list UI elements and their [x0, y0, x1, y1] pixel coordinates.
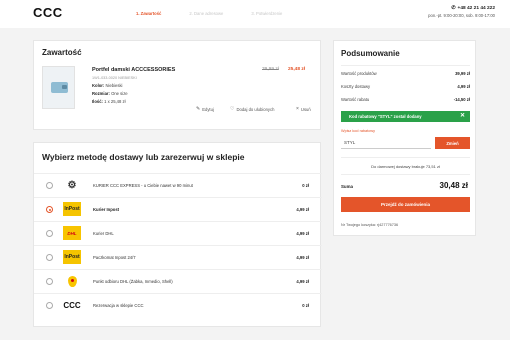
- delivery-option-label: Kurier DHL: [93, 231, 114, 236]
- step-address: 2. Dane adresowe: [189, 11, 224, 16]
- delivery-option-inpost-locker[interactable]: InPost Paczkomat Inpost 24/7 4,99 zł: [34, 245, 322, 269]
- edit-button[interactable]: ✎ Edytuj: [196, 106, 214, 112]
- close-icon[interactable]: ✕: [460, 111, 465, 122]
- product-quantity: Ilość: 1 x 25,48 zł: [92, 99, 126, 104]
- phone-number[interactable]: +48 42 21 44 222: [458, 6, 495, 11]
- change-code-button[interactable]: Zmień: [435, 137, 470, 149]
- delivery-option-label: KURIER CCC EXPRESS - u Ciebie nawet w 90…: [93, 183, 193, 188]
- ccc-logo[interactable]: CCC: [33, 5, 63, 20]
- sum-label: Suma: [341, 184, 353, 189]
- summary-title: Podsumowanie: [341, 49, 400, 58]
- step-confirmation: 3. Potwierdzenie: [251, 11, 283, 16]
- delivery-option-price: 0 zł: [302, 303, 309, 308]
- product-image[interactable]: [42, 66, 75, 109]
- promo-code-label: Wpisz kod rabatowy: [341, 129, 375, 133]
- product-size: Rozmiar: One size: [92, 91, 128, 96]
- proceed-to-order-button[interactable]: Przejdź do zamówienia: [341, 197, 470, 212]
- top-bar: CCC 1. Zawartość 2. Dane adresowe 3. Pot…: [0, 0, 510, 28]
- pencil-icon: ✎: [196, 106, 201, 112]
- dhl-pin-icon: [63, 274, 81, 288]
- basket-card: Zawartość Portfel damski ACCCESSORIES 1W…: [33, 40, 321, 130]
- wallet-icon: [51, 82, 68, 93]
- delivery-option-inpost-courier[interactable]: InPost Kurier Inpost 4,99 zł: [34, 197, 322, 221]
- radio-button[interactable]: [46, 302, 53, 309]
- delivery-option-price: 0 zł: [302, 183, 309, 188]
- promo-success-banner: Kod rabatowy "STYL" został dodany ✕: [341, 111, 470, 122]
- contact-info: ✆ +48 42 21 44 222 pon.-pt. 9:00-20:00, s…: [428, 5, 495, 19]
- delivery-option-label: Punkt odbioru DHL (Żabka, Inmedio, Shell…: [93, 279, 173, 284]
- delivery-option-label: Rezerwacja w sklepie CCC: [93, 303, 144, 308]
- radio-button-selected[interactable]: [46, 206, 53, 213]
- ccc-logo-icon: CCC: [63, 300, 81, 310]
- checkout-steps: 1. Zawartość 2. Dane adresowe 3. Potwier…: [136, 11, 282, 16]
- inpost-logo-icon: InPost: [63, 202, 81, 216]
- promo-code-input[interactable]: [341, 137, 431, 149]
- remove-button[interactable]: × Usuń: [296, 106, 311, 112]
- new-price: 25,48 zł: [288, 67, 306, 72]
- sum-value: 30,48 zł: [439, 181, 468, 190]
- radio-button[interactable]: [46, 278, 53, 285]
- delivery-option-dhl-courier[interactable]: DHL Kurier DHL 4,99 zł: [34, 221, 322, 245]
- radio-button[interactable]: [46, 254, 53, 261]
- add-to-favorites-button[interactable]: ♡ Dodaj do ulubionych: [230, 106, 274, 112]
- phone-icon: ✆: [451, 5, 456, 11]
- delivery-option-price: 4,99 zł: [296, 207, 309, 212]
- delivery-title: Wybierz metodę dostawy lub zarezerwuj w …: [42, 152, 245, 162]
- dhl-logo-icon: DHL: [63, 226, 81, 240]
- close-icon: ×: [296, 106, 299, 112]
- divider: [341, 174, 470, 175]
- delivery-option-label: Paczkomat Inpost 24/7: [93, 255, 136, 260]
- delivery-option-store-reservation[interactable]: CCC Rezerwacja w sklepie CCC 0 zł: [34, 293, 322, 317]
- old-price: 39,99 zł: [262, 67, 279, 72]
- radio-button[interactable]: [46, 230, 53, 237]
- delivery-option-price: 4,99 zł: [296, 231, 309, 236]
- opening-hours: pon.-pt. 9:00-20:00, sob. 9:00-17:00: [428, 13, 495, 18]
- basket-number: Nr Twojego koszyka: rj427776736: [341, 223, 399, 227]
- discount-row: Wartość rabatu -14,50 zł: [341, 97, 470, 102]
- product-code: 1W1-033-0020 NIEBIESKI: [92, 76, 137, 80]
- divider: [341, 157, 470, 158]
- product-name[interactable]: Portfel damski ACCCESSORIES: [92, 67, 175, 73]
- free-shipping-note: Do darmowej dostawy brakuje 73,51 zł: [371, 164, 440, 169]
- step-contents: 1. Zawartość: [136, 11, 162, 16]
- delivery-option-price: 4,99 zł: [296, 279, 309, 284]
- inpost-logo-icon: InPost: [63, 250, 81, 264]
- summary-card: Podsumowanie Wartość produktów 39,99 zł K…: [333, 40, 476, 236]
- delivery-option-price: 4,99 zł: [296, 255, 309, 260]
- radio-button[interactable]: [46, 182, 53, 189]
- delivery-option-label: Kurier Inpost: [93, 207, 120, 212]
- delivery-card: Wybierz metodę dostawy lub zarezerwuj w …: [33, 142, 322, 327]
- heart-icon: ♡: [230, 106, 235, 112]
- delivery-option-dhl-point[interactable]: Punkt odbioru DHL (Żabka, Inmedio, Shell…: [34, 269, 322, 293]
- product-color: Kolor: Niebieski: [92, 83, 123, 88]
- basket-title: Zawartość: [42, 48, 82, 57]
- divider: [341, 65, 470, 66]
- delivery-option-ccc-express[interactable]: ⚙ KURIER CCC EXPRESS - u Ciebie nawet w …: [34, 173, 322, 197]
- shipping-cost-row: Koszty dostawy 4,99 zł: [341, 84, 470, 89]
- express-icon: ⚙: [67, 179, 77, 191]
- products-value-row: Wartość produktów 39,99 zł: [341, 71, 470, 76]
